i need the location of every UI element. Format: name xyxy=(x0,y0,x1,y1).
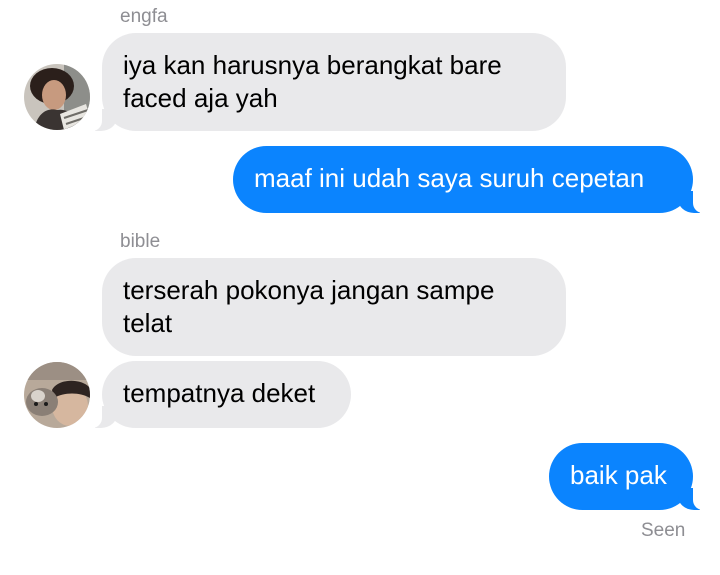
message-text: tempatnya deket xyxy=(123,378,316,408)
bible-avatar[interactable] xyxy=(24,362,90,428)
incoming-message-bubble[interactable]: terserah pokonya jangan sampe telat xyxy=(102,258,566,356)
engfa-avatar[interactable] xyxy=(24,64,90,130)
sender-name-engfa: engfa xyxy=(120,6,168,27)
bible-avatar-image xyxy=(24,362,90,428)
incoming-message-bubble[interactable]: tempatnya deket xyxy=(90,361,351,428)
incoming-message-bubble[interactable]: iya kan harusnya berangkat bare faced aj… xyxy=(90,33,566,131)
read-receipt: Seen xyxy=(641,520,686,541)
outgoing-message-bubble[interactable]: baik pak xyxy=(549,443,705,510)
engfa-avatar-image xyxy=(24,64,90,130)
sender-name-bible: bible xyxy=(120,231,161,252)
outgoing-message-bubble[interactable]: maaf ini udah saya suruh cepetan xyxy=(233,146,705,213)
message-text: baik pak xyxy=(570,460,667,490)
message-text: terserah pokonya jangan sampe telat xyxy=(123,275,495,338)
message-text: iya kan harusnya berangkat bare faced aj… xyxy=(123,50,502,113)
message-text: maaf ini udah saya suruh cepetan xyxy=(254,163,645,193)
